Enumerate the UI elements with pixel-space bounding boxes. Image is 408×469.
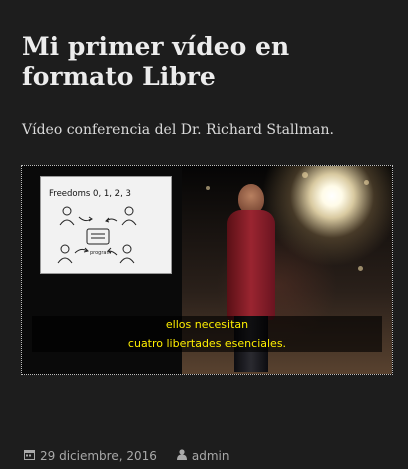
presentation-slide: Freedoms 0, 1, 2, 3 program [40, 176, 172, 274]
subtitle-line-1: ellos necesitan [165, 318, 249, 331]
calendar-icon [24, 449, 35, 463]
post-title[interactable]: Mi primer vídeo en formato Libre [22, 32, 392, 92]
slide-program-label: program [90, 250, 111, 256]
post-author-link[interactable]: admin [192, 449, 230, 463]
freedoms-diagram: program [57, 206, 137, 264]
entry-meta: 29 diciembre, 2016 admin [24, 449, 230, 463]
user-icon [176, 449, 187, 463]
video-player[interactable]: Freedoms 0, 1, 2, 3 program ellos necesi… [21, 165, 393, 375]
post-excerpt: Vídeo conferencia del Dr. Richard Stallm… [22, 122, 334, 138]
subtitle-line-2: cuatro libertades esenciales. [127, 337, 287, 350]
post-date-link[interactable]: 29 diciembre, 2016 [40, 449, 157, 463]
speaker-body [227, 210, 275, 320]
